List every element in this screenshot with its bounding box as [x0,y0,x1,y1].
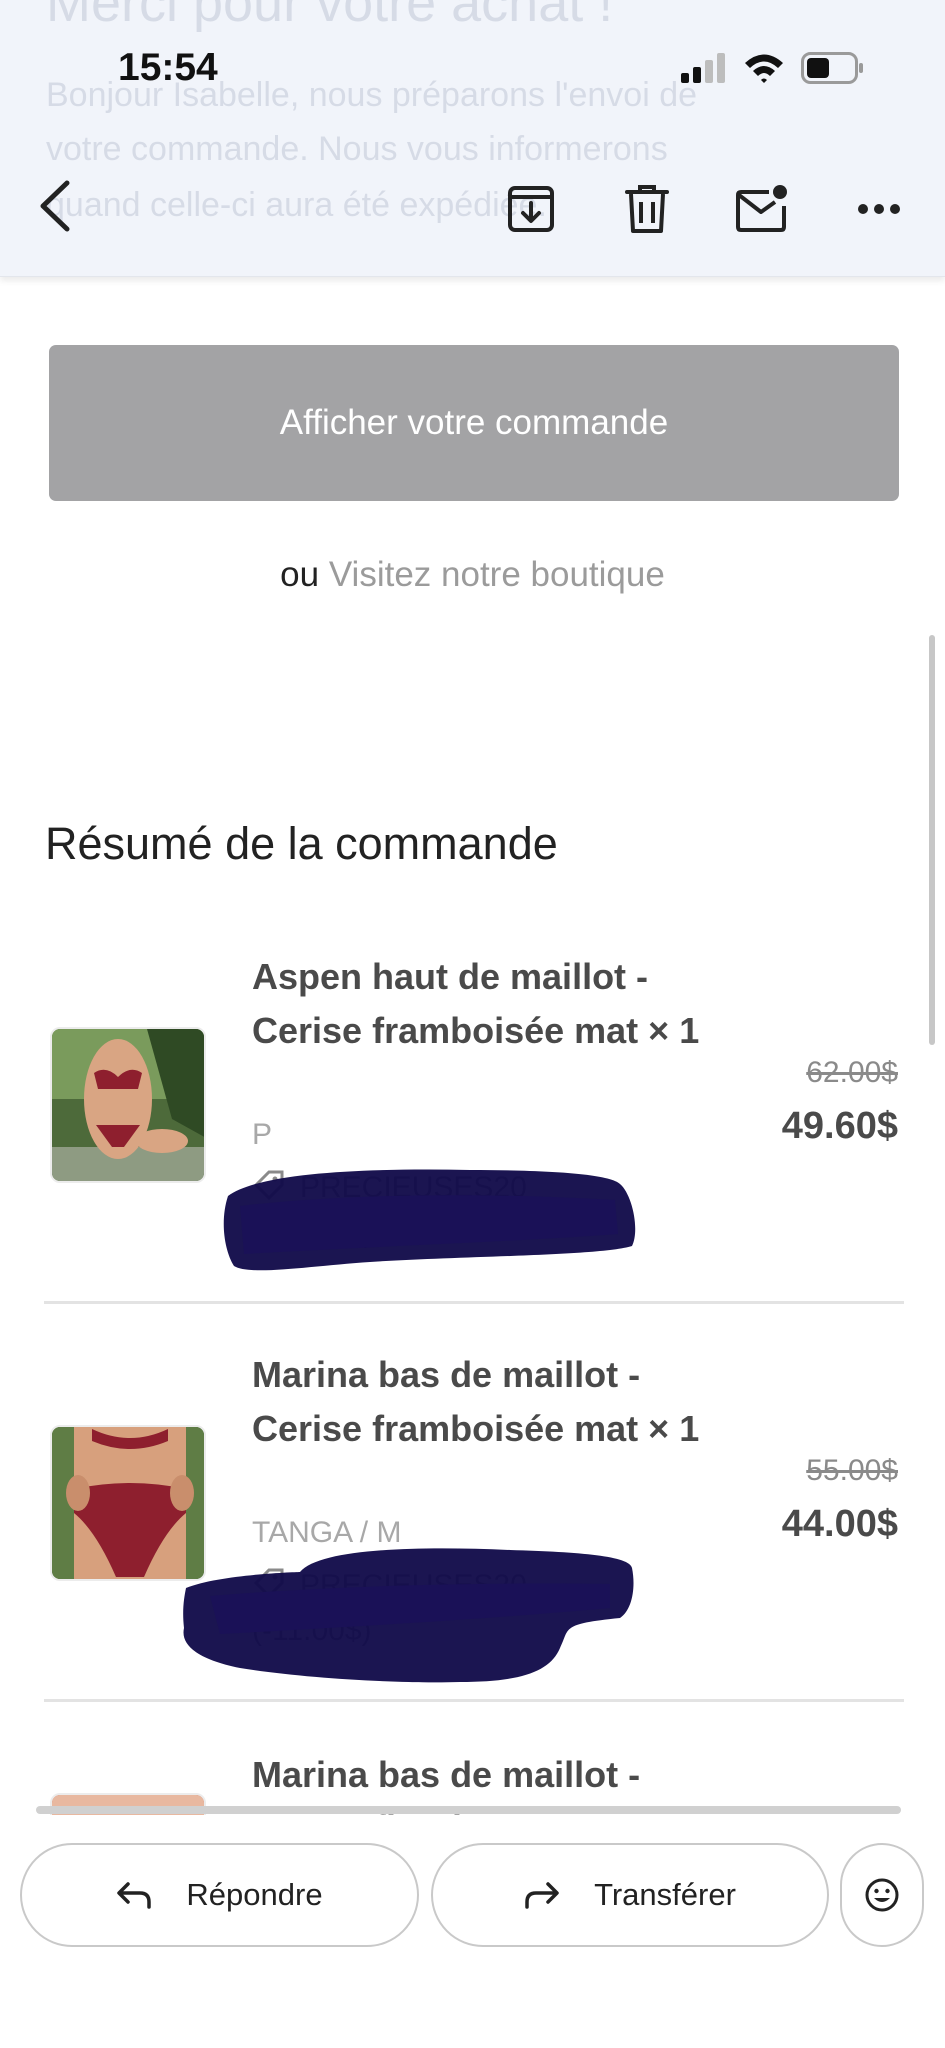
ghost-email-title: Merci pour votre achat ! [46,0,614,33]
product-image [50,1425,206,1581]
tag-icon [252,1168,286,1210]
reply-icon [116,1881,152,1909]
mark-unread-button[interactable] [730,180,794,242]
product-variant: TANGA / M [252,1516,402,1549]
product-name: Marina bas de maillot - Cerise framboisé… [252,1354,700,1449]
ghost-email-line: votre commande. Nous vous informerons [46,130,668,168]
original-price: 62.00$ [806,1056,898,1089]
delete-button[interactable] [616,180,678,242]
product-name: Marina bas de maillot - Rouge fleuri × 1 [252,1754,641,1815]
visit-shop-link[interactable]: Visitez notre boutique [329,555,665,594]
tag-icon [252,1566,286,1608]
or-visit-line: ou Visitez notre boutique [0,555,945,595]
vertical-scrollbar[interactable] [929,635,935,1045]
horizontal-scrollbar[interactable] [36,1806,901,1814]
ghost-email-line: quand celle-ci aura été expédiée. [46,186,547,224]
email-screen: Afficher votre commande ou Visitez notre… [0,0,945,2048]
discount-amount: (-12.40$) [252,1216,374,1249]
more-horizontal-icon [857,202,901,220]
chevron-left-icon [37,179,73,238]
divider [44,1699,904,1702]
product-name: Aspen haut de maillot - Cerise framboisé… [252,956,700,1051]
discount-code-text: PRECIEUSES20 [300,1568,527,1602]
discount-amount: (-11.00$) [252,1614,372,1647]
discount-code: PRECIEUSES20 [252,1566,527,1608]
order-item: Marina bas de maillot - Cerise framboisé… [44,1348,904,1702]
reply-button[interactable]: Répondre [20,1843,419,1947]
order-item: Marina bas de maillot - Rouge fleuri × 1 [44,1748,904,1815]
product-variant: P [252,1118,273,1151]
status-icons [681,52,865,84]
mail-unread-icon [735,184,789,239]
emoji-reaction-button[interactable] [840,1843,924,1947]
forward-label: Transférer [594,1877,736,1912]
order-summary-title: Résumé de la commande [45,818,558,869]
wifi-icon [743,52,785,84]
status-time: 15:54 [118,46,218,89]
forward-icon [524,1881,560,1909]
divider [44,1301,904,1304]
more-options-button[interactable] [848,180,910,242]
original-price: 55.00$ [806,1454,898,1487]
back-button[interactable] [30,178,80,238]
view-order-button[interactable]: Afficher votre commande [49,345,899,501]
discount-code-text: PRECIEUSES20 [300,1170,527,1204]
archive-button[interactable] [500,180,562,242]
discounted-price: 49.60$ [781,1105,898,1147]
battery-icon [801,52,865,84]
or-word: ou [280,555,320,594]
cellular-signal-icon [681,53,727,83]
trash-icon [625,184,669,239]
archive-icon [506,184,556,239]
mail-toolbar-header: Merci pour votre achat ! Bonjour Isabell… [0,0,945,277]
order-item: Aspen haut de maillot - Cerise framboisé… [44,950,904,1304]
reply-label: Répondre [186,1877,323,1912]
discount-code: PRECIEUSES20 [252,1168,527,1210]
forward-button[interactable]: Transférer [431,1843,829,1947]
emoji-icon [864,1877,900,1913]
product-image [50,1027,206,1183]
discounted-price: 44.00$ [781,1503,898,1545]
